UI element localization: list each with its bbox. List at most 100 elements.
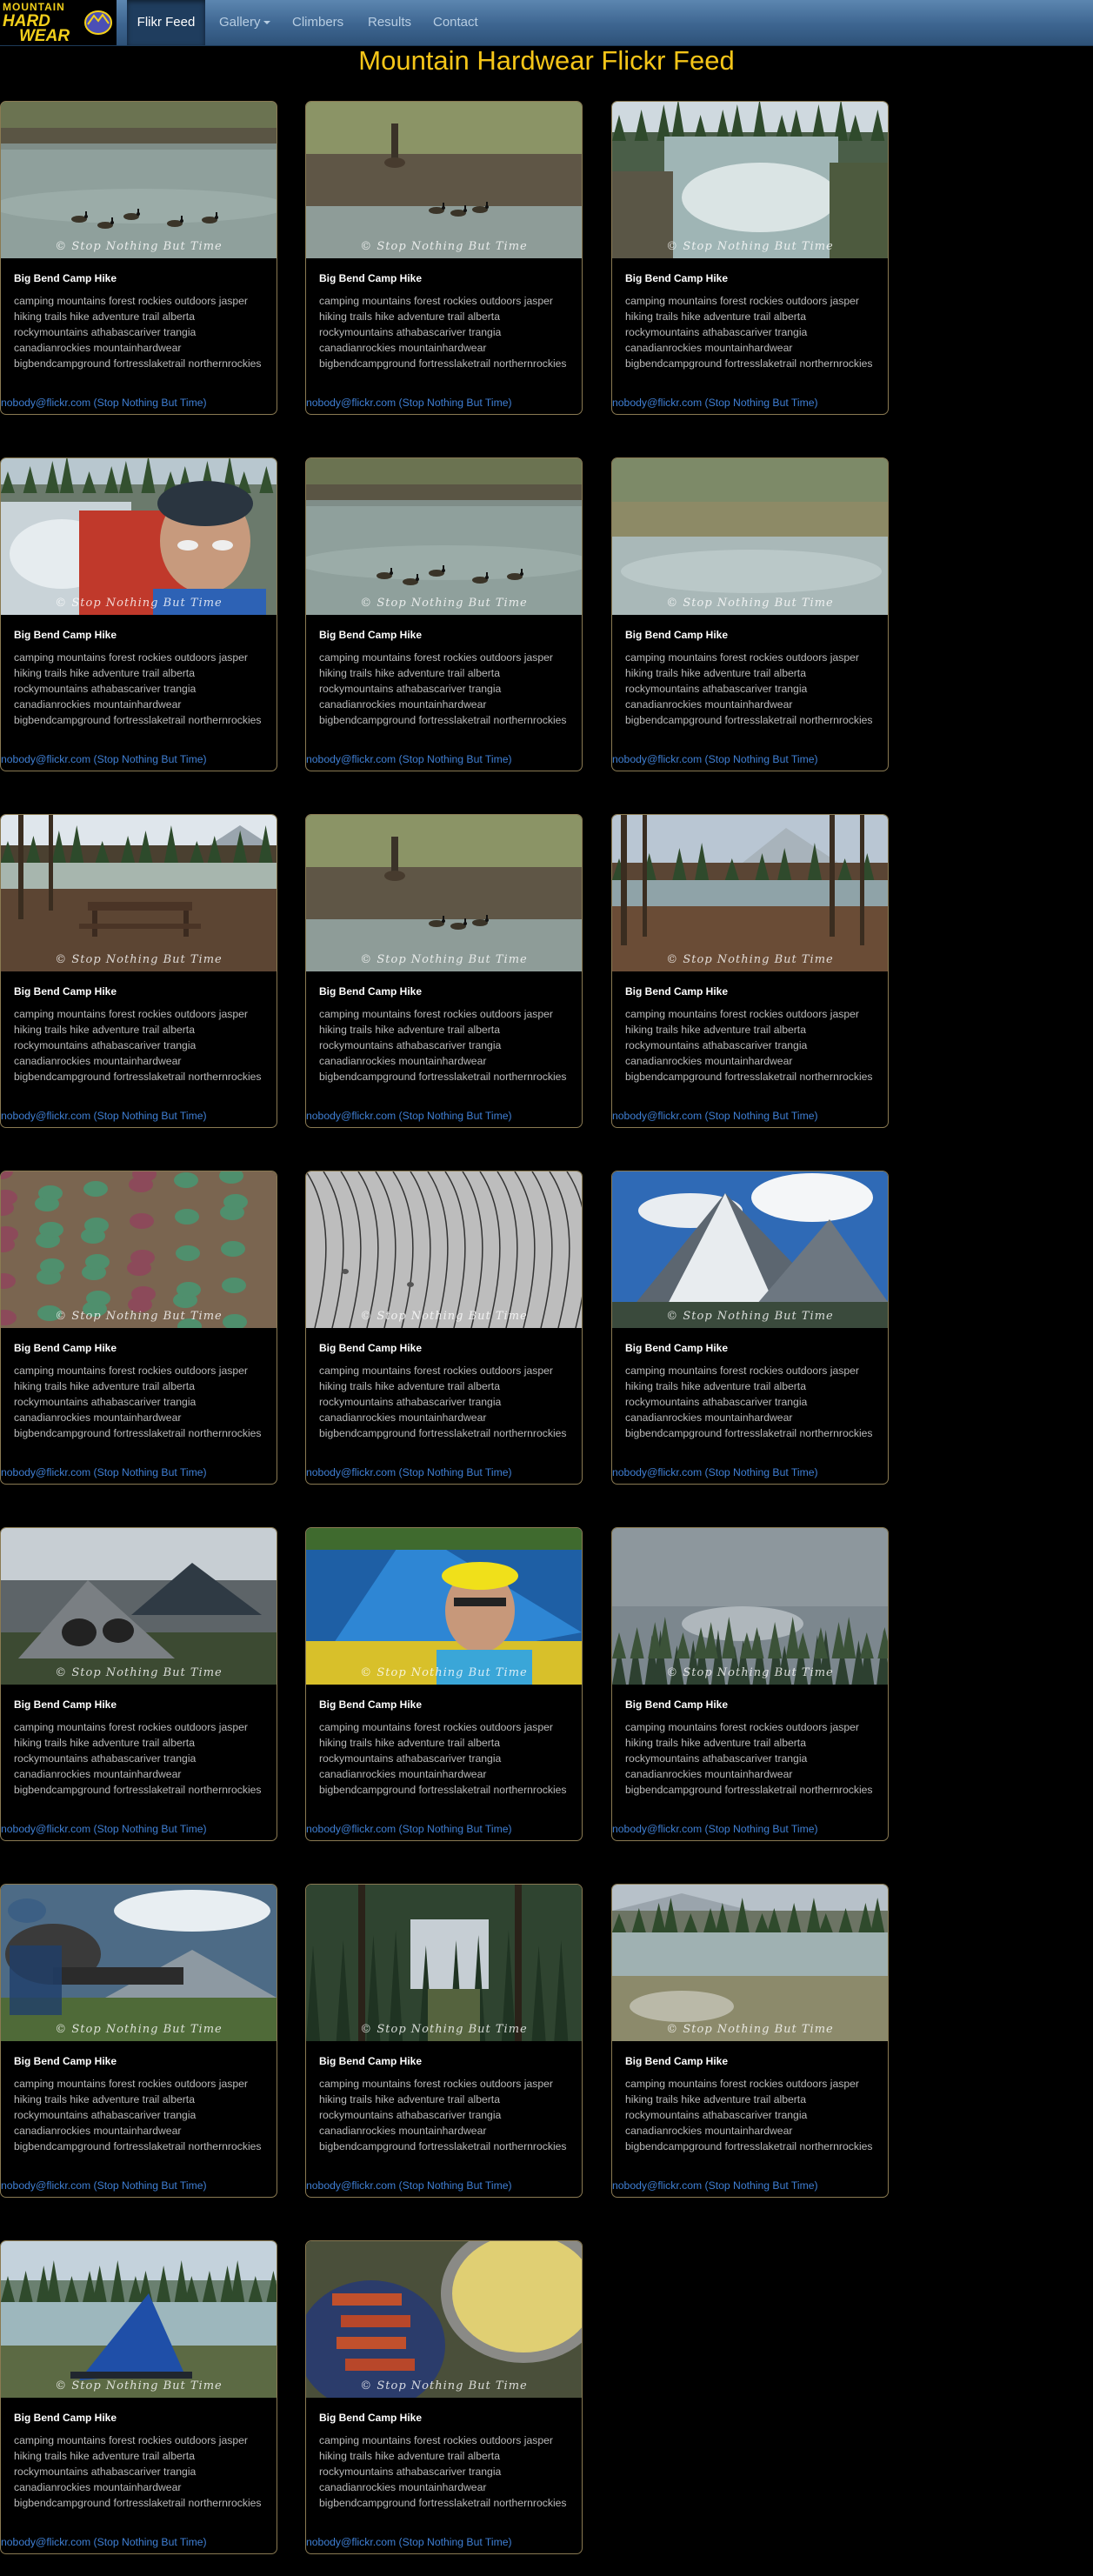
photo-thumbnail[interactable]: © Stop Nothing But Time — [1, 1885, 277, 2041]
photo-thumbnail[interactable]: © Stop Nothing But Time — [306, 1885, 582, 2041]
photo-watermark: © Stop Nothing But Time — [666, 1666, 834, 1679]
photo-author-link[interactable]: nobody@flickr.com (Stop Nothing But Time… — [612, 753, 818, 765]
photo-title: Big Bend Camp Hike — [14, 985, 117, 998]
photo-author-link[interactable]: nobody@flickr.com (Stop Nothing But Time… — [306, 1823, 512, 1835]
nav-flikr-feed[interactable]: Flikr Feed — [127, 0, 205, 45]
photo-title: Big Bend Camp Hike — [625, 1698, 729, 1711]
photo-tags: camping mountains forest rockies outdoor… — [319, 295, 567, 370]
photo-watermark: © Stop Nothing But Time — [55, 240, 223, 253]
photo-card: © Stop Nothing But Time Big Bend Camp Hi… — [611, 1884, 889, 2198]
photo-thumbnail[interactable]: © Stop Nothing But Time — [306, 2241, 582, 2398]
photo-thumbnail[interactable]: © Stop Nothing But Time — [306, 1171, 582, 1328]
photo-thumbnail[interactable]: © Stop Nothing But Time — [1, 1528, 277, 1685]
photo-card: © Stop Nothing But Time Big Bend Camp Hi… — [611, 814, 889, 1128]
photo-author-link[interactable]: nobody@flickr.com (Stop Nothing But Time… — [612, 397, 818, 409]
photo-thumbnail[interactable]: © Stop Nothing But Time — [1, 1171, 277, 1328]
photo-tags: camping mountains forest rockies outdoor… — [625, 651, 873, 726]
photo-author-link[interactable]: nobody@flickr.com (Stop Nothing But Time… — [612, 1823, 818, 1835]
photo-card: © Stop Nothing But Time Big Bend Camp Hi… — [0, 457, 277, 771]
photo-title: Big Bend Camp Hike — [319, 1342, 423, 1354]
photo-thumbnail[interactable]: © Stop Nothing But Time — [306, 815, 582, 971]
brand-logo[interactable]: MOUNTAIN HARD WEAR — [0, 0, 117, 45]
nav-contact[interactable]: Contact — [433, 0, 478, 45]
photo-thumbnail[interactable]: © Stop Nothing But Time — [1, 458, 277, 615]
photo-author-link[interactable]: nobody@flickr.com (Stop Nothing But Time… — [306, 397, 512, 409]
photo-watermark: © Stop Nothing But Time — [55, 1310, 223, 1323]
photo-image — [1, 1528, 277, 1685]
top-navbar: MOUNTAIN HARD WEAR Flikr Feed Gallery Cl… — [0, 0, 1093, 46]
nav-gallery-dropdown[interactable]: Gallery — [219, 0, 270, 45]
photo-image — [612, 1885, 888, 2041]
photo-card: © Stop Nothing But Time Big Bend Camp Hi… — [0, 1171, 277, 1485]
photo-author-link[interactable]: nobody@flickr.com (Stop Nothing But Time… — [306, 1110, 512, 1122]
photo-title: Big Bend Camp Hike — [14, 1342, 117, 1354]
photo-thumbnail[interactable]: © Stop Nothing But Time — [612, 1171, 888, 1328]
photo-card: © Stop Nothing But Time Big Bend Camp Hi… — [611, 1171, 889, 1485]
nav-results-label: Results — [368, 15, 412, 30]
nav-gallery-label: Gallery — [219, 15, 261, 30]
photo-image — [306, 815, 582, 971]
photo-watermark: © Stop Nothing But Time — [666, 597, 834, 610]
photo-author-link[interactable]: nobody@flickr.com (Stop Nothing But Time… — [1, 2536, 207, 2548]
photo-thumbnail[interactable]: © Stop Nothing But Time — [306, 1528, 582, 1685]
photo-author-link[interactable]: nobody@flickr.com (Stop Nothing But Time… — [1, 397, 207, 409]
photo-thumbnail[interactable]: © Stop Nothing But Time — [612, 815, 888, 971]
photo-title: Big Bend Camp Hike — [319, 272, 423, 284]
photo-image — [1, 102, 277, 258]
photo-tags: camping mountains forest rockies outdoor… — [14, 1721, 262, 1796]
photo-author-link[interactable]: nobody@flickr.com (Stop Nothing But Time… — [1, 1110, 207, 1122]
photo-author-link[interactable]: nobody@flickr.com (Stop Nothing But Time… — [306, 753, 512, 765]
nav-results[interactable]: Results — [368, 0, 411, 45]
photo-tags: camping mountains forest rockies outdoor… — [625, 1721, 873, 1796]
photo-author-link[interactable]: nobody@flickr.com (Stop Nothing But Time… — [1, 753, 207, 765]
photo-title: Big Bend Camp Hike — [14, 1698, 117, 1711]
photo-author-link[interactable]: nobody@flickr.com (Stop Nothing But Time… — [612, 1466, 818, 1478]
photo-author-link[interactable]: nobody@flickr.com (Stop Nothing But Time… — [1, 1466, 207, 1478]
globe-logo-icon — [84, 10, 112, 35]
photo-card: © Stop Nothing But Time Big Bend Camp Hi… — [0, 814, 277, 1128]
photo-image — [612, 1171, 888, 1328]
nav-climbers[interactable]: Climbers — [292, 0, 343, 45]
photo-card: © Stop Nothing But Time Big Bend Camp Hi… — [0, 1527, 277, 1841]
nav-climbers-label: Climbers — [292, 15, 344, 30]
photo-tags: camping mountains forest rockies outdoor… — [14, 295, 262, 370]
photo-card: © Stop Nothing But Time Big Bend Camp Hi… — [0, 1884, 277, 2198]
photo-tags: camping mountains forest rockies outdoor… — [319, 1721, 567, 1796]
photo-tags: camping mountains forest rockies outdoor… — [625, 2078, 873, 2152]
photo-title: Big Bend Camp Hike — [319, 2412, 423, 2424]
photo-thumbnail[interactable]: © Stop Nothing But Time — [1, 2241, 277, 2398]
photo-watermark: © Stop Nothing But Time — [55, 597, 223, 610]
photo-author-link[interactable]: nobody@flickr.com (Stop Nothing But Time… — [306, 2179, 512, 2192]
photo-thumbnail[interactable]: © Stop Nothing But Time — [612, 1528, 888, 1685]
photo-author-link[interactable]: nobody@flickr.com (Stop Nothing But Time… — [1, 1823, 207, 1835]
photo-thumbnail[interactable]: © Stop Nothing But Time — [1, 102, 277, 258]
photo-author-link[interactable]: nobody@flickr.com (Stop Nothing But Time… — [306, 1466, 512, 1478]
photo-thumbnail[interactable]: © Stop Nothing But Time — [306, 458, 582, 615]
photo-author-link[interactable]: nobody@flickr.com (Stop Nothing But Time… — [306, 2536, 512, 2548]
photo-author-link[interactable]: nobody@flickr.com (Stop Nothing But Time… — [612, 2179, 818, 2192]
photo-author-link[interactable]: nobody@flickr.com (Stop Nothing But Time… — [1, 2179, 207, 2192]
photo-title: Big Bend Camp Hike — [625, 985, 729, 998]
photo-thumbnail[interactable]: © Stop Nothing But Time — [306, 102, 582, 258]
photo-thumbnail[interactable]: © Stop Nothing But Time — [1, 815, 277, 971]
photo-title: Big Bend Camp Hike — [625, 272, 729, 284]
photo-card: © Stop Nothing But Time Big Bend Camp Hi… — [611, 1527, 889, 1841]
photo-title: Big Bend Camp Hike — [319, 629, 423, 641]
nav-contact-label: Contact — [433, 15, 478, 30]
photo-image — [1, 1885, 277, 2041]
photo-watermark: © Stop Nothing But Time — [360, 2023, 528, 2036]
photo-image — [306, 2241, 582, 2398]
photo-tags: camping mountains forest rockies outdoor… — [319, 2078, 567, 2152]
photo-card: © Stop Nothing But Time Big Bend Camp Hi… — [0, 2240, 277, 2554]
photo-card: © Stop Nothing But Time Big Bend Camp Hi… — [305, 101, 583, 415]
photo-card: © Stop Nothing But Time Big Bend Camp Hi… — [305, 1171, 583, 1485]
photo-author-link[interactable]: nobody@flickr.com (Stop Nothing But Time… — [612, 1110, 818, 1122]
photo-thumbnail[interactable]: © Stop Nothing But Time — [612, 1885, 888, 2041]
photo-thumbnail[interactable]: © Stop Nothing But Time — [612, 458, 888, 615]
photo-title: Big Bend Camp Hike — [625, 1342, 729, 1354]
photo-image — [306, 1171, 582, 1328]
photo-tags: camping mountains forest rockies outdoor… — [14, 1365, 262, 1439]
photo-image — [1, 1171, 277, 1328]
photo-title: Big Bend Camp Hike — [319, 985, 423, 998]
photo-thumbnail[interactable]: © Stop Nothing But Time — [612, 102, 888, 258]
